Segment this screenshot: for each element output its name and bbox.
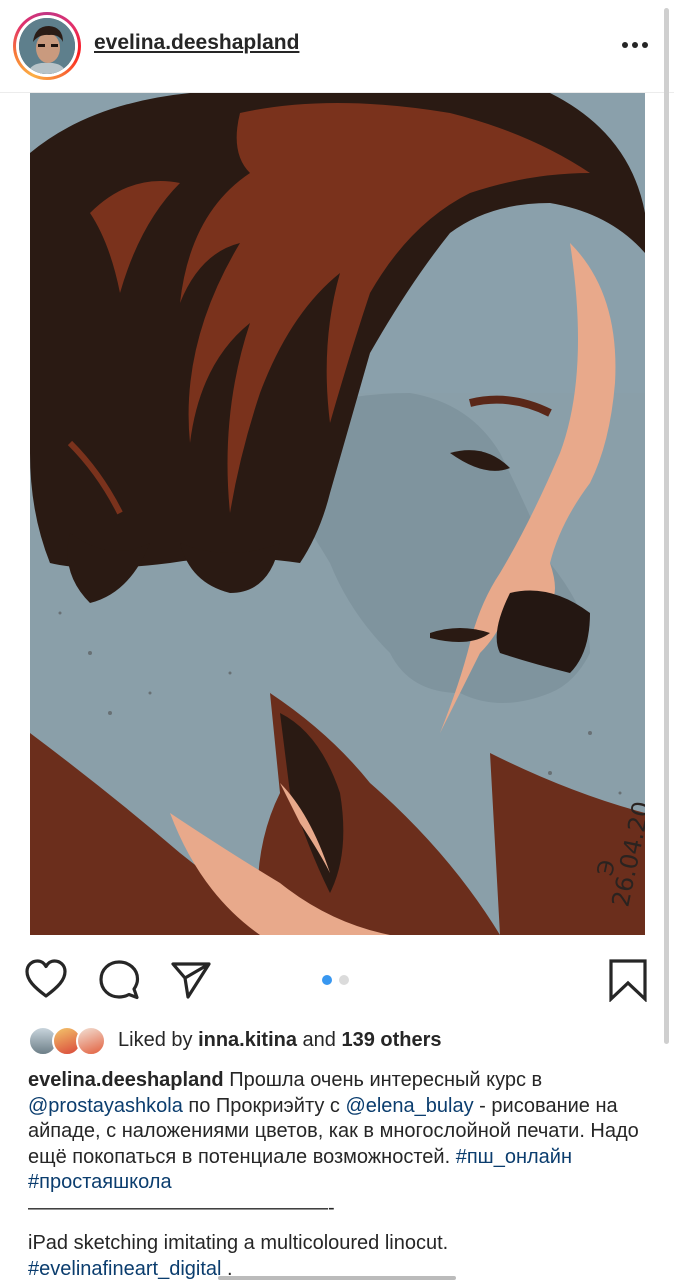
hashtag-link[interactable]: #пш_онлайн xyxy=(456,1146,572,1168)
likes-text: Liked by inna.kitina and 139 others xyxy=(118,1029,442,1051)
post-action-bar xyxy=(0,950,674,1010)
home-indicator xyxy=(218,1276,456,1280)
hashtag-link[interactable]: #evelinafineart_digital xyxy=(28,1258,221,1280)
profile-avatar[interactable] xyxy=(13,12,81,80)
likes-count[interactable]: 139 others xyxy=(341,1029,441,1051)
send-icon[interactable] xyxy=(170,960,212,1005)
comment-icon[interactable] xyxy=(98,959,140,1006)
heart-icon[interactable] xyxy=(24,958,68,1005)
liker-avatar xyxy=(76,1026,106,1056)
carousel-dot-active xyxy=(322,975,332,985)
bookmark-icon[interactable] xyxy=(608,958,648,1007)
scrollbar[interactable] xyxy=(664,8,669,1044)
carousel-indicator xyxy=(322,975,352,985)
post-caption: evelina.deeshapland Прошла очень интерес… xyxy=(28,1068,648,1282)
caption-username[interactable]: evelina.deeshapland xyxy=(28,1069,224,1091)
post-header: evelina.deeshapland xyxy=(0,0,674,93)
caption-english: iPad sketching imitating a multicoloured… xyxy=(28,1232,449,1254)
caption-divider: ———————————————- xyxy=(28,1196,335,1219)
carousel-dot xyxy=(339,975,349,985)
more-horizontal-icon[interactable] xyxy=(620,36,650,54)
post-username[interactable]: evelina.deeshapland xyxy=(94,31,299,55)
post-image[interactable]: 26.04.20 Э xyxy=(30,93,645,935)
likes-row[interactable]: Liked by inna.kitina and 139 others xyxy=(28,1024,648,1060)
mention-link[interactable]: @elena_bulay xyxy=(345,1095,473,1117)
hashtag-link[interactable]: #простаяшкола xyxy=(28,1171,172,1193)
liker-username[interactable]: inna.kitina xyxy=(198,1029,297,1051)
mention-link[interactable]: @prostayashkola xyxy=(28,1095,183,1117)
